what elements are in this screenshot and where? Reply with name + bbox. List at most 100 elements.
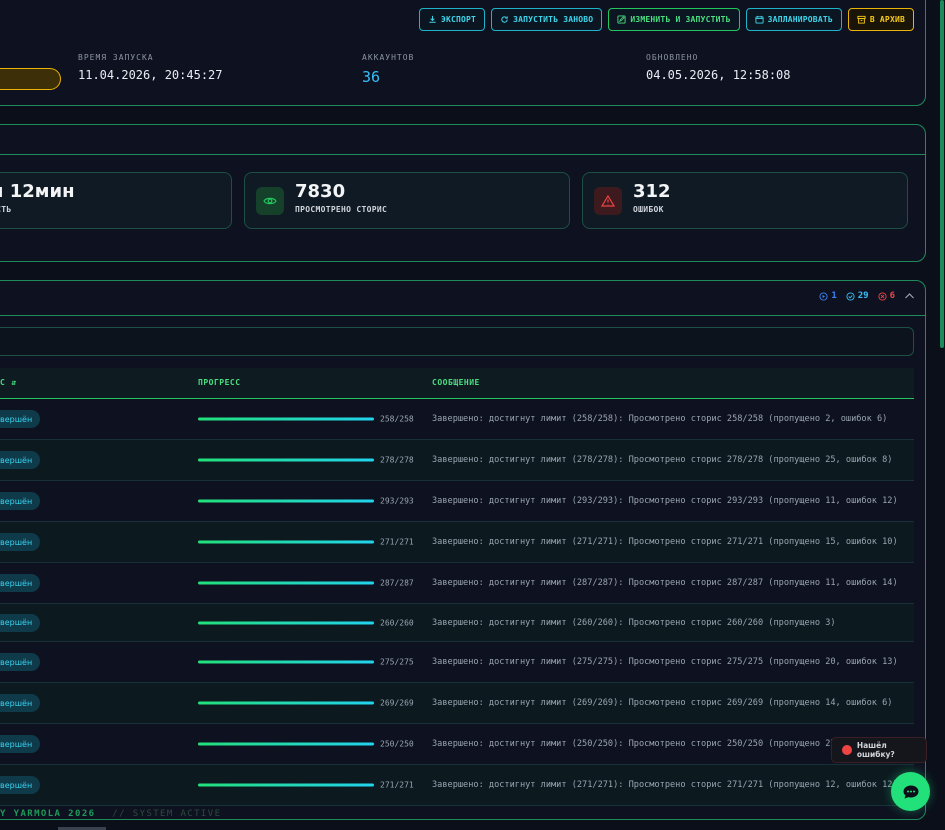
search-input[interactable] [0,327,914,356]
restart-button[interactable]: ЗАПУСТИТЬ ЗАНОВО [491,8,603,31]
archive-button[interactable]: В АРХИВ [847,8,914,31]
accounts-label: АККАУНТОВ [362,53,415,62]
progress-bar [198,783,374,787]
row-message: Завершено: достигнут лимит (271/271): Пр… [432,780,898,790]
status-badge: вершён [0,492,41,510]
progress-bar [198,660,374,664]
export-label: ЭКСПОРТ [440,15,477,24]
table-row[interactable]: вершён 260/260 Завершено: достигнут лимит … [0,604,914,642]
bug-icon [842,745,852,755]
progress-count: 271/271 [380,537,414,547]
report-bug-button[interactable]: Нашёл ошибку? [831,737,927,763]
table-row[interactable]: вершён 269/269 Завершено: достигнут лимит … [0,683,914,724]
updated-value: 04.05.2026, 12:58:08 [646,68,791,82]
progress-count: 258/258 [380,414,414,424]
table-row[interactable]: вершён 250/250 Завершено: достигнут лимит … [0,724,914,765]
play-circle-icon [819,291,828,301]
chat-icon [903,785,918,798]
start-time-label: ВРЕМЯ ЗАПУСКА [78,53,154,62]
progress-count: 269/269 [380,698,414,708]
row-message: Завершено: достигнут лимит (275/275): Пр… [432,657,898,667]
progress-count: 275/275 [380,657,414,667]
accounts-count: АККАУНТОВ 36 [362,53,414,86]
row-message: Завершено: достигнут лимит (278/278): Пр… [432,455,893,465]
progress-count: 278/278 [380,455,414,465]
calendar-icon [755,15,764,24]
edit-and-run-label: ИЗМЕНИТЬ И ЗАПУСТИТЬ [630,15,731,24]
vertical-scrollbar[interactable] [939,0,945,830]
status-header-label: С [0,378,6,387]
status-badge: вершён [0,451,41,469]
progress-bar [198,458,374,462]
edit-and-run-button[interactable]: ИЗМЕНИТЬ И ЗАПУСТИТЬ [608,8,740,31]
sort-icon: ⇵ [11,378,17,387]
start-time-value: 11.04.2026, 20:45:27 [78,68,223,82]
table-row[interactable]: вершён 278/278 Завершено: достигнут лимит … [0,440,914,481]
archive-label: В АРХИВ [869,15,905,24]
done-count: 29 [857,291,869,301]
report-bug-label: Нашёл ошибку? [856,741,895,759]
duration-value: н 12мин [0,181,75,202]
table-row[interactable]: вершён 271/271 Завершено: достигнут лимит … [0,522,914,563]
updated-label: ОБНОВЛЕНО [646,53,699,62]
row-message: Завершено: достигнут лимит (287/287): Пр… [432,578,898,588]
errors-value: 312 [633,181,671,202]
progress-bar [198,417,374,421]
failed-count: 6 [889,291,895,301]
progress-column-header: ПРОГРЕСС [198,378,241,387]
stories-label: ПРОСМОТРЕНО СТОРИС [295,205,388,214]
footer-brand: Y YARMOLA 2026 [0,809,96,819]
table-row[interactable]: вершён 287/287 Завершено: достигнут лимит … [0,563,914,604]
progress-count: 250/250 [380,739,414,749]
done-counter: 29 [846,291,869,301]
table-row[interactable]: вершён 275/275 Завершено: достигнут лимит … [0,642,914,683]
start-time: ВРЕМЯ ЗАПУСКА 11.04.2026, 20:45:27 [78,53,223,82]
progress-count: 260/260 [380,618,414,627]
progress-count: 287/287 [380,578,414,588]
errors-label: ОШИБОК [633,205,664,214]
table-row[interactable]: вершён 293/293 Завершено: достигнут лимит … [0,481,914,522]
progress-bar [198,581,374,585]
schedule-button[interactable]: ЗАПЛАНИРОВАТЬ [745,8,842,31]
message-column-header: СООБЩЕНИЕ [432,378,480,387]
chat-button[interactable] [891,772,930,811]
status-badge: вершён [0,653,41,671]
edit-icon [617,15,626,24]
export-button[interactable]: ЭКСПОРТ [418,8,486,31]
download-icon [429,15,436,23]
table-row[interactable]: вершён 271/271 Завершено: достигнут лимит … [0,765,914,806]
row-message: Завершено: достигнут лимит (269/269): Пр… [432,698,893,708]
footer: Y YARMOLA 2026 // SYSTEM ACTIVE [0,809,221,819]
table-row[interactable]: вершён 258/258 Завершено: достигнут лимит … [0,399,914,440]
collapse-button[interactable] [904,292,915,300]
progress-bar [198,742,374,746]
row-message: Завершено: достигнут лимит (293/293): Пр… [432,496,898,506]
status-badge: вершён [0,776,41,794]
schedule-label: ЗАПЛАНИРОВАТЬ [767,15,833,24]
refresh-icon [501,16,508,23]
duration-card: н 12мин ОСТЬ [0,172,232,229]
status-badge: вершён [0,735,41,753]
footer-status: // SYSTEM ACTIVE [112,809,222,819]
status-badge: вершён [0,694,41,712]
progress-bar [198,540,374,544]
status-column-header[interactable]: С ⇵ [0,378,17,387]
progress-bar [198,701,374,705]
toolbar: ЭКСПОРТ ЗАПУСТИТЬ ЗАНОВО ИЗМЕНИТЬ И ЗАПУ… [418,8,914,31]
archive-icon [857,15,866,24]
status-badge: вершён [0,574,41,592]
stories-card: 7830 ПРОСМОТРЕНО СТОРИС [244,172,570,229]
progress-count: 293/293 [380,496,414,506]
duration-label: ОСТЬ [0,205,12,214]
accounts-table-body: вершён 258/258 Завершено: достигнут лимит … [0,399,914,806]
check-circle-icon [846,291,855,301]
running-counter: 1 [819,291,837,301]
chevron-up-icon [905,293,914,299]
updated-time: ОБНОВЛЕНО 04.05.2026, 12:58:08 [646,53,791,82]
status-badge: вершён [0,613,41,632]
status-counters: 1 29 6 [819,291,915,301]
errors-card: 312 ОШИБОК [582,172,908,229]
run-status-badge [0,68,61,90]
status-badge: вершён [0,410,41,428]
accounts-value: 36 [362,68,381,86]
